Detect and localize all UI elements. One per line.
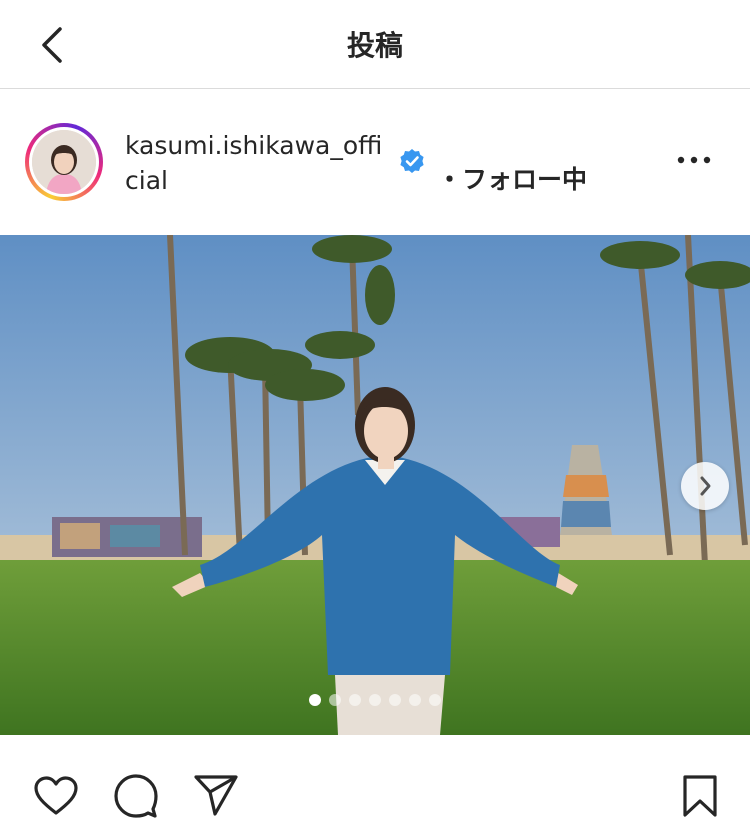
verified-badge-icon (400, 149, 424, 173)
story-ring[interactable] (25, 123, 103, 201)
carousel-dot (349, 694, 361, 706)
carousel-next-button[interactable] (681, 462, 729, 510)
carousel-dot (389, 694, 401, 706)
carousel-dot (369, 694, 381, 706)
page-title: 投稿 (346, 29, 403, 62)
send-icon (194, 775, 238, 816)
share-button[interactable] (192, 772, 240, 820)
carousel-dot (409, 694, 421, 706)
carousel-dot (329, 694, 341, 706)
chevron-right-icon (700, 476, 711, 496)
like-button[interactable] (32, 772, 80, 820)
bookmark-icon (683, 775, 717, 817)
username-link[interactable]: kasumi.ishikawa_official (125, 128, 390, 198)
more-options-button[interactable] (672, 140, 716, 180)
beach-photo (0, 235, 750, 735)
comment-icon (114, 774, 158, 818)
save-button[interactable] (676, 772, 724, 820)
carousel-indicator (0, 694, 750, 706)
carousel-dot (429, 694, 441, 706)
more-horizontal-icon (677, 156, 711, 164)
avatar (32, 130, 96, 194)
following-button[interactable]: ・フォロー中 (437, 160, 587, 196)
heart-icon (34, 776, 78, 815)
post-author-row: kasumi.ishikawa_official (0, 90, 750, 234)
comment-button[interactable] (112, 772, 160, 820)
top-header: 投稿 (0, 0, 750, 89)
post-actions-bar (0, 736, 750, 833)
post-photo[interactable] (0, 235, 750, 735)
carousel-dot-active (309, 694, 321, 706)
